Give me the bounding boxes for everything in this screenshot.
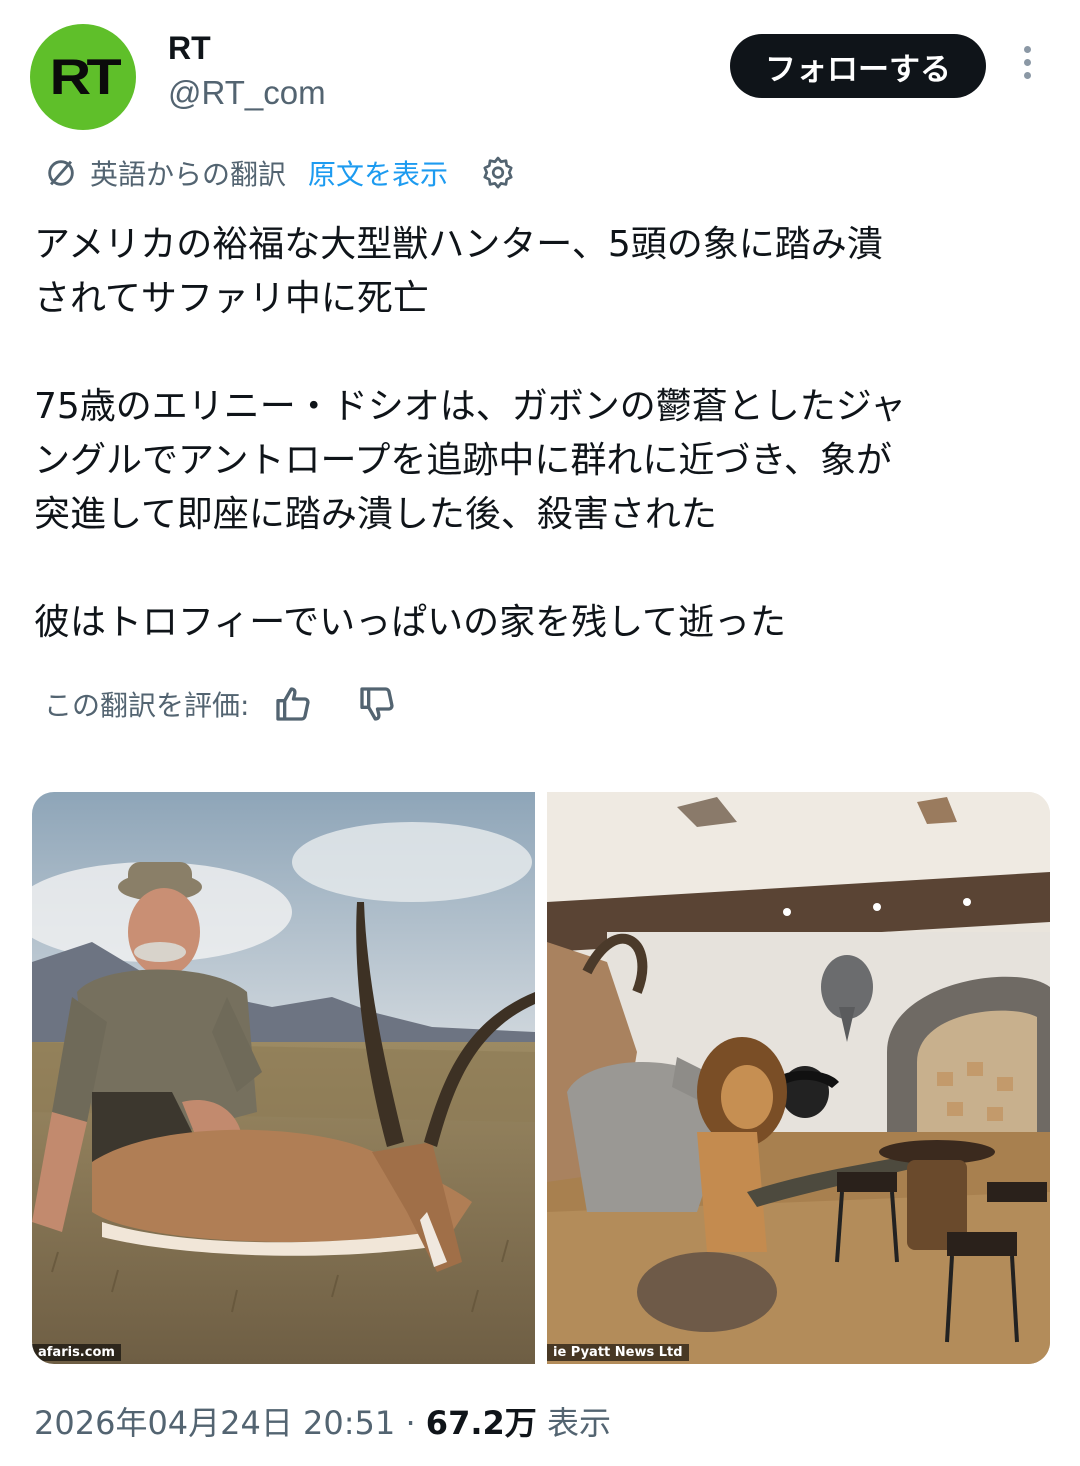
rate-translation: この翻訳を評価: <box>44 680 397 728</box>
view-count: 67.2万 <box>425 1404 537 1442</box>
avatar-logo-text: RT <box>49 49 121 105</box>
photo-hunter-antelope[interactable]: afaris.com <box>32 792 535 1364</box>
translation-bar: 英語からの翻訳 原文を表示 <box>44 150 516 196</box>
follow-button[interactable]: フォローする <box>730 34 986 98</box>
author-handle[interactable]: @RT_com <box>168 74 326 112</box>
translate-icon <box>48 160 74 186</box>
tweet-meta: 2026年04月24日 20:51 · 67.2万 表示 <box>34 1398 611 1444</box>
show-original-link[interactable]: 原文を表示 <box>308 153 448 193</box>
avatar[interactable]: RT <box>30 24 136 130</box>
meta-separator: · <box>405 1404 416 1442</box>
photo-hunter-antelope-graphic <box>32 792 535 1364</box>
photo-trophy-room[interactable]: ie Pyatt News Ltd <box>547 792 1050 1364</box>
view-label: 表示 <box>546 1404 611 1442</box>
photo-trophy-room-graphic <box>547 792 1050 1364</box>
timestamp[interactable]: 2026年04月24日 20:51 <box>34 1404 395 1442</box>
image-credit: afaris.com <box>32 1344 121 1361</box>
thumbs-up-icon[interactable] <box>273 684 313 724</box>
translation-label: 英語からの翻訳 <box>90 158 287 191</box>
more-icon[interactable] <box>1012 46 1042 86</box>
rate-label: この翻訳を評価: <box>44 689 250 722</box>
gear-icon[interactable] <box>480 155 516 191</box>
tweet-text: アメリカの裕福な大型獣ハンター、5頭の象に踏み潰 されてサファリ中に死亡 75歳… <box>34 224 907 643</box>
author-name[interactable]: RT <box>168 30 211 67</box>
image-credit: ie Pyatt News Ltd <box>547 1344 689 1361</box>
thumbs-down-icon[interactable] <box>357 684 397 724</box>
